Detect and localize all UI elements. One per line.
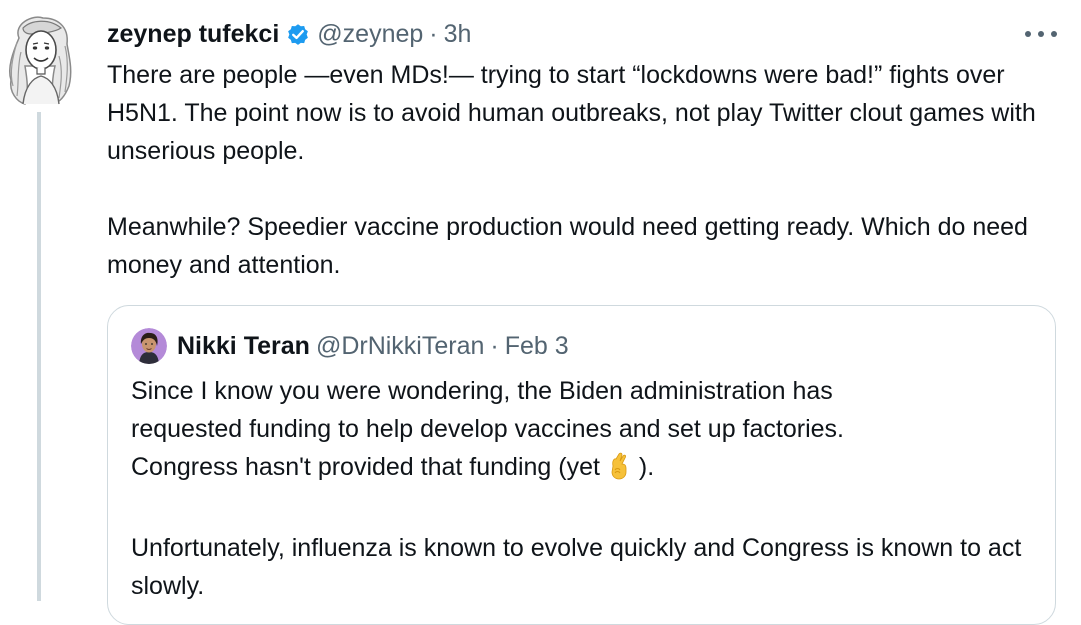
quoted-tweet-paragraph: Since I know you were wondering, the Bid… <box>131 372 1031 491</box>
quoted-tweet-card[interactable]: Nikki Teran @DrNikkiTeran · Feb 3 Since … <box>107 305 1056 625</box>
quoted-tweet-paragraph: Unfortunately, influenza is known to evo… <box>131 534 1022 600</box>
tweet-paragraph: There are people —even MDs!— trying to s… <box>107 61 1036 165</box>
tweet-header: zeynep tufekci @zeynep · 3h <box>107 15 471 53</box>
quoted-text-line: requested funding to help develop vaccin… <box>131 415 844 443</box>
tweet-body: There are people —even MDs!— trying to s… <box>107 56 1052 284</box>
quoted-author-handle: @DrNikkiTeran <box>315 331 485 360</box>
quoted-author-avatar <box>131 328 167 364</box>
quoted-text-line: Congress hasn't provided that funding (y… <box>131 453 607 481</box>
more-options-icon[interactable] <box>1025 27 1057 41</box>
separator-dot: · <box>429 19 438 48</box>
author-avatar[interactable] <box>3 12 75 106</box>
author-handle[interactable]: @zeynep <box>317 20 423 49</box>
quoted-text-line: Since I know you were wondering, the Bid… <box>131 377 833 405</box>
quoted-text-line: ). <box>638 453 655 481</box>
quoted-tweet-header: Nikki Teran @DrNikkiTeran · Feb 3 <box>131 327 569 365</box>
tweet-paragraph: Meanwhile? Speedier vaccine production w… <box>107 213 1028 279</box>
verified-badge-icon <box>285 21 311 47</box>
quoted-tweet-timestamp: Feb 3 <box>504 331 569 360</box>
crossed-fingers-emoji <box>607 452 631 491</box>
quoted-author-name: Nikki Teran <box>177 331 310 360</box>
author-name[interactable]: zeynep tufekci <box>107 20 279 49</box>
tweet-timestamp[interactable]: 3h <box>444 20 472 49</box>
thread-connector-line <box>37 112 41 601</box>
quoted-tweet-body: Since I know you were wondering, the Bid… <box>131 372 1031 605</box>
separator-dot: · <box>490 331 499 360</box>
